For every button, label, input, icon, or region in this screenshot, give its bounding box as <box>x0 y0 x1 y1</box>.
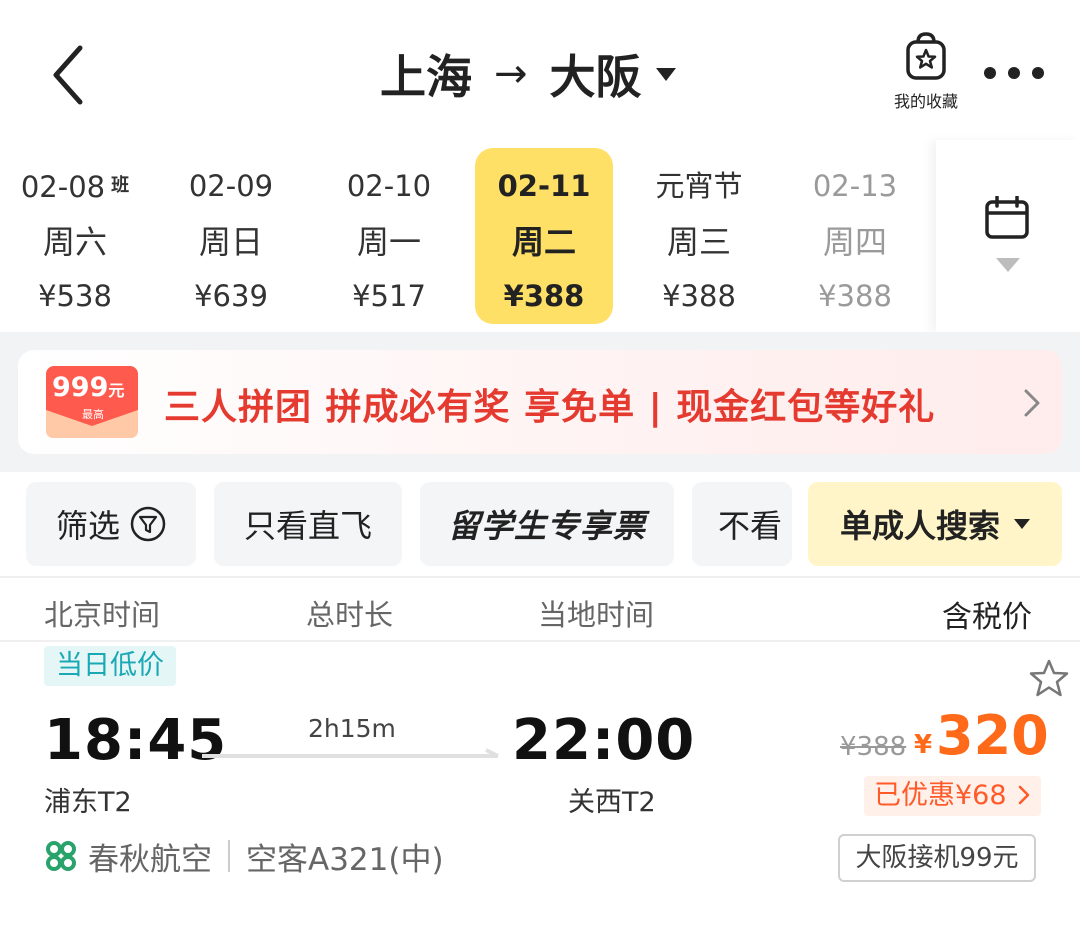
promo-banner[interactable]: 999元 最高 三人拼团 拼成必有奖 享免单 | 现金红包等好礼 <box>18 350 1062 454</box>
promo-section: 999元 最高 三人拼团 拼成必有奖 享免单 | 现金红包等好礼 <box>0 332 1080 472</box>
red-envelope-badge: 999元 最高 <box>46 366 138 438</box>
badge-sub: 最高 <box>82 408 104 421</box>
triangle-down-icon <box>996 258 1020 272</box>
divider <box>228 840 230 872</box>
date-price: ¥517 <box>352 279 426 313</box>
top-nav-bar: 上海 → 大阪 我的收藏 <box>0 0 1080 140</box>
filter-funnel-icon <box>130 506 166 542</box>
dot-icon <box>1008 67 1020 79</box>
badge-unit: 元 <box>108 381 125 400</box>
date-price: ¥639 <box>194 279 268 313</box>
discount-badge[interactable]: 已优惠¥68 <box>864 776 1042 816</box>
date-price: ¥388 <box>818 279 892 313</box>
back-button[interactable] <box>40 40 100 110</box>
calendar-button[interactable] <box>936 140 1080 332</box>
date-price: ¥388 <box>503 279 585 313</box>
weekday-text: 周六 <box>42 223 107 261</box>
airline-info: 春秋航空 空客A321(中) <box>44 836 444 878</box>
spring-airlines-logo-icon <box>46 841 76 871</box>
date-selector: 02-08 班 周六 ¥538 02-09 周日 ¥639 02-10 周一 ¥5… <box>0 140 1080 332</box>
discount-text: 已优惠¥68 <box>874 780 1007 811</box>
arrival-time: 22:00 <box>512 708 696 773</box>
dot-icon <box>1032 67 1044 79</box>
weekday-text: 周二 <box>511 223 576 261</box>
total-duration-label: 总时长 <box>306 598 394 632</box>
filter-bar: 筛选 只看直飞 留学生专享票 不看 单成人搜索 <box>0 472 1080 576</box>
filter-label: 筛选 <box>55 507 120 545</box>
weekday-text: 周三 <box>666 223 731 261</box>
original-price: ¥388 <box>840 732 907 762</box>
date-text: 02-09 <box>188 169 274 203</box>
price-currency: ¥ <box>914 730 933 760</box>
date-text: 02-13 <box>812 169 898 203</box>
duration-arrow-line <box>202 748 499 758</box>
origin-city: 上海 <box>380 50 472 104</box>
caret-down-icon <box>1014 519 1030 529</box>
caret-down-icon <box>655 67 676 81</box>
star-icon[interactable] <box>1028 658 1070 698</box>
date-text: 02-08 <box>20 170 106 204</box>
departure-airport: 浦东T2 <box>44 787 132 818</box>
date-item[interactable]: 02-08 班 周六 ¥538 <box>6 148 144 324</box>
filter-button[interactable]: 筛选 <box>26 482 196 566</box>
bag-star-icon <box>906 32 946 80</box>
date-text: 02-10 <box>346 169 432 203</box>
local-time-label: 当地时间 <box>538 598 655 632</box>
destination-city: 大阪 <box>549 50 642 104</box>
chevron-left-icon <box>53 45 83 105</box>
airport-pickup-tag[interactable]: 大阪接机99元 <box>838 834 1036 882</box>
date-item[interactable]: 02-10 周一 ¥517 <box>320 148 458 324</box>
dot-icon <box>984 67 996 79</box>
airline-name: 春秋航空 <box>88 841 212 878</box>
date-price: ¥388 <box>662 279 736 313</box>
date-item[interactable]: 元宵节 周三 ¥388 <box>630 148 768 324</box>
weekday-text: 周一 <box>356 223 421 261</box>
date-item[interactable]: 02-09 周日 ¥639 <box>162 148 300 324</box>
student-ticket-chip[interactable]: 留学生专享票 <box>420 482 674 566</box>
weekday-text: 周四 <box>822 223 887 261</box>
favorites-label: 我的收藏 <box>893 92 958 111</box>
flight-card[interactable]: 当日低价 18:45 2h15m 22:00 浦东T2 关西T2 春秋航空 空客… <box>0 642 1080 928</box>
tax-included-price-sort[interactable]: 含税价 <box>942 592 1032 636</box>
date-text: 元宵节 <box>655 169 743 203</box>
promo-text: 三人拼团 拼成必有奖 享免单 | 现金红包等好礼 <box>164 387 936 428</box>
date-text: 02-11 <box>497 169 591 203</box>
date-item[interactable]: 02-13 周四 ¥388 <box>786 148 924 324</box>
flight-duration: 2h15m <box>308 714 396 743</box>
workday-badge: 班 <box>111 175 130 196</box>
current-price: 320 <box>936 704 1049 767</box>
more-options-button[interactable] <box>984 62 1044 84</box>
arrival-airport: 关西T2 <box>568 787 656 818</box>
direct-flights-chip[interactable]: 只看直飞 <box>214 482 402 566</box>
favorites-button[interactable]: 我的收藏 <box>884 30 968 116</box>
date-price: ¥538 <box>38 279 112 313</box>
column-header: 北京时间 总时长 当地时间 含税价 <box>0 576 1080 642</box>
departure-time: 18:45 <box>44 708 228 773</box>
route-selector[interactable]: 上海 → 大阪 <box>380 42 676 106</box>
beijing-time-label: 北京时间 <box>44 598 161 632</box>
weekday-text: 周日 <box>198 223 263 261</box>
route-arrow: → <box>494 51 528 97</box>
hide-option-chip[interactable]: 不看 <box>692 482 792 566</box>
single-adult-search-chip[interactable]: 单成人搜索 <box>808 482 1062 566</box>
chevron-right-icon <box>1018 785 1030 805</box>
single-adult-label: 单成人搜索 <box>839 507 1000 545</box>
calendar-icon <box>985 196 1029 239</box>
badge-amount: 999 <box>52 372 109 403</box>
chevron-right-icon <box>1024 389 1040 417</box>
lowest-price-tag: 当日低价 <box>44 646 176 686</box>
aircraft-type: 空客A321(中) <box>246 841 444 878</box>
date-item-selected[interactable]: 02-11 周二 ¥388 <box>475 148 613 324</box>
